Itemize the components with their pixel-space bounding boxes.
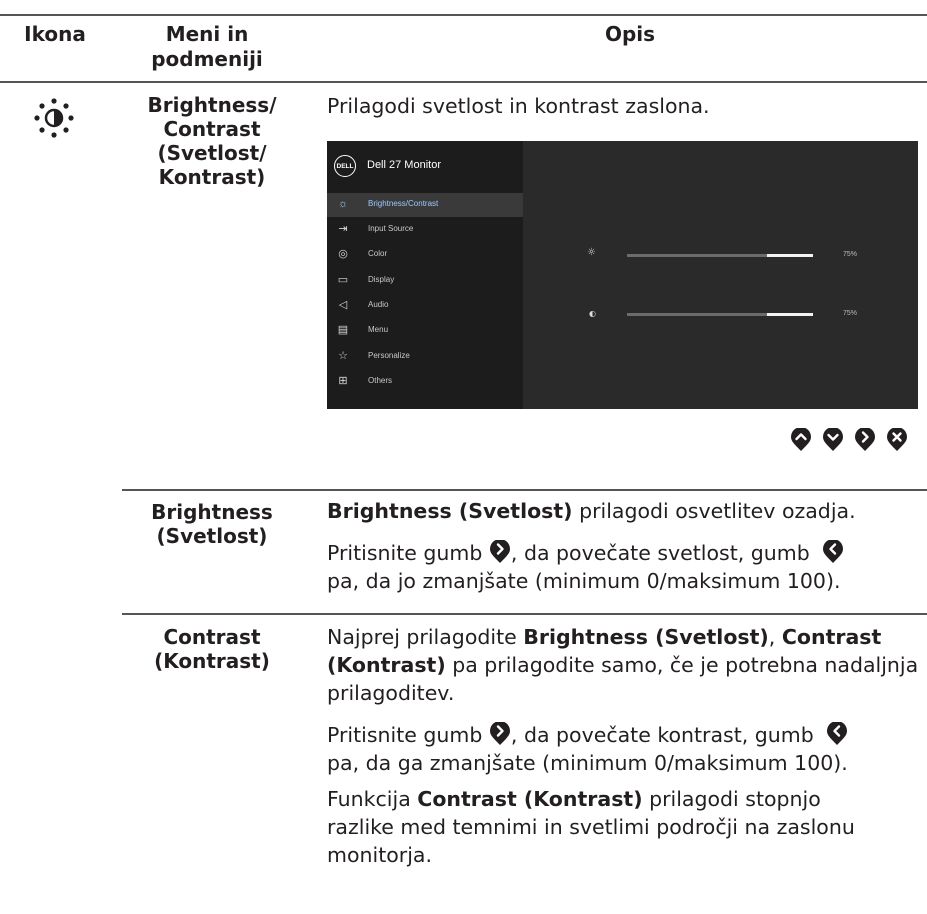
text: , <box>768 625 782 649</box>
left-button-icon <box>823 539 844 563</box>
osd-item-personalize[interactable]: ☆ Personalize <box>327 345 523 369</box>
osd-item-label: Brightness/Contrast <box>368 199 439 208</box>
osd-item-label: Display <box>368 275 395 284</box>
osd-item-label: Color <box>368 249 388 258</box>
brightness-p2: Pritisnite gumb , da povečate svetlost, … <box>327 539 922 595</box>
bold-term: Brightness (Svetlost) <box>523 625 769 649</box>
contrast-slider[interactable] <box>627 313 813 316</box>
brightness-description: Brightness (Svetlost) prilagodi osvetlit… <box>327 497 922 595</box>
osd-item-label: Others <box>368 376 393 385</box>
brightness-p1: Brightness (Svetlost) prilagodi osvetlit… <box>327 497 922 525</box>
osd-item-brightness-contrast[interactable]: ☼ Brightness/Contrast <box>327 193 523 217</box>
menu-line: (Svetlost) <box>156 524 268 548</box>
brightness-slider-fill <box>766 254 813 257</box>
display-icon: ▭ <box>337 274 349 286</box>
osd-item-label: Personalize <box>368 351 410 360</box>
header-icon: Ikona <box>24 22 86 46</box>
others-icon: ⊞ <box>338 375 348 387</box>
osd-item-label: Input Source <box>368 224 414 233</box>
right-button-icon <box>489 539 510 563</box>
menu-brightness-contrast: Brightness/ Contrast (Svetlost/ Kontrast… <box>122 93 302 189</box>
header-bottom-rule <box>0 81 927 83</box>
text: pa, da ga zmanjšate (minimum 0/maksimum … <box>327 751 848 775</box>
dell-logo: DELL <box>334 155 356 177</box>
left-button-icon <box>827 721 848 745</box>
contrast-value: 75% <box>843 310 858 317</box>
audio-icon: ◁ <box>338 299 348 311</box>
brightness-icon <box>33 97 75 139</box>
menu-brightness: Brightness (Svetlost) <box>122 500 302 548</box>
text: , da povečate kontrast, gumb <box>510 723 821 747</box>
input-icon: ⇥ <box>338 223 348 235</box>
contrast-description: Najprej prilagodite Brightness (Svetlost… <box>327 623 922 869</box>
color-icon: ◎ <box>338 248 348 260</box>
menu-line: Contrast <box>163 625 261 649</box>
text: Pritisnite gumb <box>327 541 489 565</box>
text: , da povečate svetlost, gumb <box>510 541 817 565</box>
menu-icon: ▤ <box>337 324 349 336</box>
text: prilagodi osvetlitev ozadja. <box>572 499 856 523</box>
bold-term: Contrast (Kontrast) <box>417 787 643 811</box>
sun-icon: ☼ <box>337 198 349 210</box>
text: Pritisnite gumb <box>327 723 489 747</box>
osd-menu-panel: DELL Dell 27 Monitor ☼ Brightness/Contra… <box>327 141 523 409</box>
text: Funkcija <box>327 787 418 811</box>
osd-item-audio[interactable]: ◁ Audio <box>327 294 523 318</box>
row-rule-2 <box>122 613 927 615</box>
brightness-slider[interactable] <box>627 254 813 257</box>
osd-item-label: Menu <box>368 325 389 334</box>
contrast-slider-icon: ◐ <box>589 309 596 318</box>
right-button-icon <box>489 721 510 745</box>
close-button[interactable] <box>886 427 908 452</box>
menu-line: Kontrast) <box>158 165 266 189</box>
star-icon: ☆ <box>338 350 348 362</box>
down-button[interactable] <box>822 427 844 452</box>
osd-item-label: Audio <box>368 300 389 309</box>
brightness-slider-icon: ☼ <box>587 247 596 258</box>
main-description: Prilagodi svetlost in kontrast zaslona. <box>327 94 710 118</box>
contrast-slider-fill <box>766 313 813 316</box>
osd-item-input-source[interactable]: ⇥ Input Source <box>327 218 523 242</box>
osd-content-panel: ☼ 75% ◐ 75% <box>523 141 918 409</box>
osd-screenshot: DELL Dell 27 Monitor ☼ Brightness/Contra… <box>327 141 918 409</box>
menu-line: Brightness <box>151 500 273 524</box>
osd-title: Dell 27 Monitor <box>367 159 441 171</box>
menu-line: (Svetlost/ <box>157 141 267 165</box>
header-menu: Meni in podmeniji <box>151 22 263 71</box>
osd-item-display[interactable]: ▭ Display <box>327 269 523 293</box>
text: pa, da jo zmanjšate (minimum 0/maksimum … <box>327 569 841 593</box>
contrast-p2: Pritisnite gumb , da povečate kontrast, … <box>327 721 922 777</box>
contrast-p1: Najprej prilagodite Brightness (Svetlost… <box>327 623 922 707</box>
menu-contrast: Contrast (Kontrast) <box>122 625 302 673</box>
menu-line: (Kontrast) <box>154 649 270 673</box>
menu-line: Brightness/ <box>147 93 277 117</box>
row-rule-1 <box>122 489 927 491</box>
table-top-rule <box>0 14 927 16</box>
right-button[interactable] <box>854 427 876 452</box>
bold-term: Brightness (Svetlost) <box>327 499 573 523</box>
contrast-p3: Funkcija Contrast (Kontrast) prilagodi s… <box>327 785 887 869</box>
up-button[interactable] <box>790 427 812 452</box>
header-description: Opis <box>604 22 656 46</box>
brightness-value: 75% <box>843 251 858 258</box>
text: Najprej prilagodite <box>327 625 524 649</box>
osd-item-menu[interactable]: ▤ Menu <box>327 319 523 343</box>
menu-line: Contrast <box>163 117 261 141</box>
osd-item-color[interactable]: ◎ Color <box>327 243 523 267</box>
osd-item-others[interactable]: ⊞ Others <box>327 370 523 394</box>
